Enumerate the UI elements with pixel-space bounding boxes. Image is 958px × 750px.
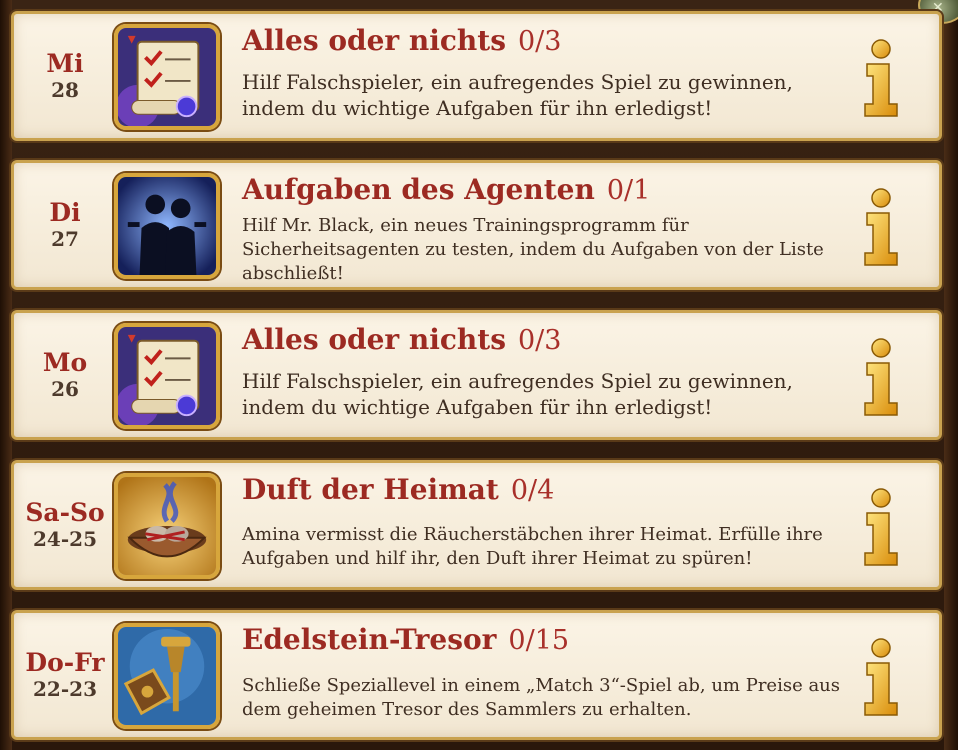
info-icon[interactable] (861, 637, 901, 717)
quest-title: Duft der Heimat 0/4 (242, 473, 554, 506)
quest-day-number: 24-25 (33, 527, 97, 551)
quest-progress: 0/3 (518, 26, 562, 57)
quest-progress: 0/3 (518, 325, 562, 356)
quest-title-text: Edelstein-Tresor (242, 623, 497, 656)
quest-day-number: 22-23 (33, 677, 97, 701)
quest-title: Aufgaben des Agenten 0/1 (242, 173, 650, 206)
quest-day: Sa-So (25, 498, 105, 527)
quest-title: Alles oder nichts 0/3 (242, 24, 561, 57)
quest-day-number: 26 (51, 377, 79, 401)
quest-progress: 0/1 (606, 175, 651, 206)
quest-title: Edelstein-Tresor 0/15 (242, 623, 569, 656)
quest-title-text: Duft der Heimat (242, 473, 499, 506)
quest-day: Mi (46, 49, 84, 78)
quest-progress: 0/15 (508, 625, 570, 656)
scroll-checklist-icon (114, 24, 220, 130)
quest-card[interactable]: Sa-So 24-25 Duft der Heimat 0/4 Amina ver… (11, 460, 942, 590)
treasure-vault-icon (114, 623, 220, 729)
quest-title-text: Alles oder nichts (242, 323, 506, 356)
quest-description: Hilf Falschspieler, ein aufregendes Spie… (242, 369, 793, 419)
info-icon[interactable] (861, 38, 901, 118)
quest-day-number: 27 (51, 227, 79, 251)
quest-day: Di (49, 198, 81, 227)
scroll-checklist-icon (114, 323, 220, 429)
quest-card[interactable]: Mo 26 Alles oder nichts 0/3 Hilf Falschsp… (11, 310, 942, 440)
quest-title: Alles oder nichts 0/3 (242, 323, 561, 356)
quest-day: Mo (42, 348, 88, 377)
quest-progress: 0/4 (510, 475, 555, 506)
quest-description: Schließe Speziallevel in einem „Match 3“… (242, 675, 840, 720)
quest-date: Do-Fr 22-23 (14, 613, 116, 737)
quest-title-text: Aufgaben des Agenten (242, 173, 595, 206)
quest-date: Sa-So 24-25 (14, 463, 116, 587)
quest-date: Mo 26 (14, 313, 116, 437)
info-icon[interactable] (861, 487, 901, 567)
quest-day-number: 28 (51, 78, 79, 102)
incense-bowl-icon (114, 473, 220, 579)
quest-card[interactable]: Di 27 Aufgaben des Agenten 0/1 Hilf Mr. B… (11, 160, 942, 290)
quest-date: Mi 28 (14, 14, 116, 138)
quest-card[interactable]: Do-Fr 22-23 Edelstein-Tresor 0/15 Schließ… (11, 610, 942, 740)
info-icon[interactable] (861, 337, 901, 417)
quest-description: Amina vermisst die Räucherstäbchen ihrer… (242, 524, 823, 569)
info-icon[interactable] (861, 187, 901, 267)
agents-silhouette-icon (114, 173, 220, 279)
frame-right-border (944, 0, 958, 750)
quest-date: Di 27 (14, 163, 116, 287)
quest-description: Hilf Falschspieler, ein aufregendes Spie… (242, 70, 793, 120)
quest-description: Hilf Mr. Black, ein neues Trainingsprogr… (242, 215, 824, 284)
quest-card[interactable]: Mi 28 Alles oder nichts 0/3 Hilf Falschsp… (11, 11, 942, 141)
quest-day: Do-Fr (25, 648, 105, 677)
quest-title-text: Alles oder nichts (242, 24, 506, 57)
